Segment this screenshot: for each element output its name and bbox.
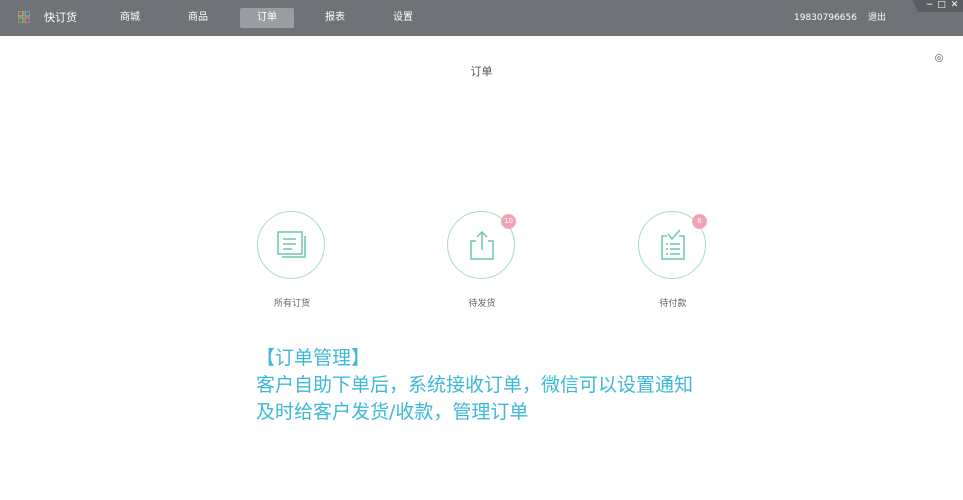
logout-link[interactable]: 退出: [868, 10, 886, 26]
promo-line: 客户自助下单后，系统接收订单，微信可以设置通知: [256, 374, 694, 396]
card-label: 待付款: [659, 299, 687, 309]
document-stack-icon: [277, 231, 306, 258]
shipment-count-badge: 10: [501, 214, 516, 229]
card-all-orders[interactable]: 所有订货: [232, 211, 352, 311]
card-pending-shipment[interactable]: 10 待发货: [422, 211, 542, 311]
checklist-icon: [661, 229, 685, 260]
payment-count-badge: 6: [692, 214, 707, 229]
maximize-button[interactable]: □: [936, 0, 947, 11]
nav-reports[interactable]: 报表: [308, 8, 362, 28]
grid-logo-icon: [18, 11, 30, 23]
top-bar: 快订货 商城 商品 订单 报表 设置 19830796656 退出 − □ ✕: [0, 0, 963, 36]
card-label: 待发货: [468, 299, 496, 309]
close-button[interactable]: ✕: [949, 0, 960, 11]
promo-line: 及时给客户发货/收款，管理订单: [256, 401, 529, 423]
window-controls: − □ ✕: [912, 0, 963, 12]
nav-settings[interactable]: 设置: [376, 8, 430, 28]
promo-caption: 【订单管理】 客户自助下单后，系统接收订单，微信可以设置通知 及时给客户发货/收…: [256, 345, 776, 426]
promo-heading: 【订单管理】: [256, 347, 371, 369]
nav-mall[interactable]: 商城: [103, 8, 157, 28]
gear-icon[interactable]: [934, 53, 944, 63]
card-label: 所有订货: [273, 299, 310, 309]
minimize-button[interactable]: −: [924, 0, 935, 11]
user-phone: 19830796656: [794, 13, 857, 23]
nav-orders[interactable]: 订单: [240, 8, 294, 28]
card-circle: [257, 211, 325, 279]
nav-products[interactable]: 商品: [171, 8, 225, 28]
share-upload-icon: [470, 230, 494, 260]
app-name: 快订货: [44, 11, 77, 24]
card-pending-payment[interactable]: 6 待付款: [613, 211, 733, 311]
page-title: 订单: [470, 65, 493, 78]
